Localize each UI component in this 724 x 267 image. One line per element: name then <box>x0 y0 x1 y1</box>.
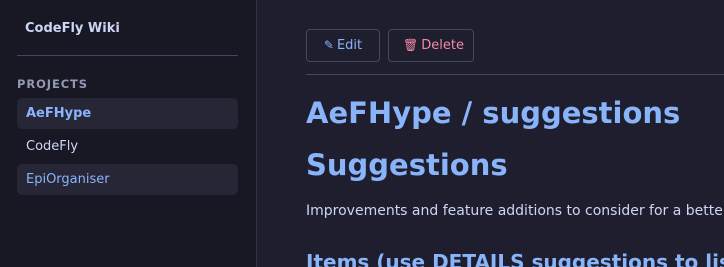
pencil-icon: ✎ <box>323 38 334 52</box>
sidebar-item-epiorganiser[interactable]: EpiOrganiser <box>17 164 238 195</box>
breadcrumb-title: AeFHype / suggestions <box>306 96 681 130</box>
wiki-app: CodeFly Wiki PROJECTS AeFHype CodeFly Ep… <box>0 0 724 267</box>
section-label-projects: PROJECTS <box>17 77 88 91</box>
sidebar: CodeFly Wiki PROJECTS AeFHype CodeFly Ep… <box>0 0 257 267</box>
page-description: Improvements and feature additions to co… <box>306 203 724 219</box>
edit-button-label: Edit <box>336 38 363 53</box>
section-heading: Items (use DETAILS suggestions to list) <box>306 250 724 267</box>
brand-title[interactable]: CodeFly Wiki <box>25 21 120 36</box>
delete-button-label: Delete <box>421 38 464 53</box>
sidebar-item-label: EpiOrganiser <box>26 172 110 187</box>
main-content: ✎ Edit 🗑 Delete AeFHype / suggestions Sugg… <box>258 0 724 267</box>
sidebar-item-aefhype[interactable]: AeFHype <box>17 98 238 129</box>
page-title: Suggestions <box>306 148 508 182</box>
trash-icon: 🗑 <box>403 38 419 52</box>
sidebar-item-label: CodeFly <box>26 139 79 154</box>
toolbar-divider <box>306 74 724 75</box>
sidebar-item-codefly[interactable]: CodeFly <box>17 131 238 162</box>
sidebar-divider <box>17 55 238 56</box>
delete-button[interactable]: 🗑 Delete <box>388 29 474 62</box>
sidebar-item-label: AeFHype <box>26 106 92 121</box>
edit-button[interactable]: ✎ Edit <box>306 29 380 62</box>
